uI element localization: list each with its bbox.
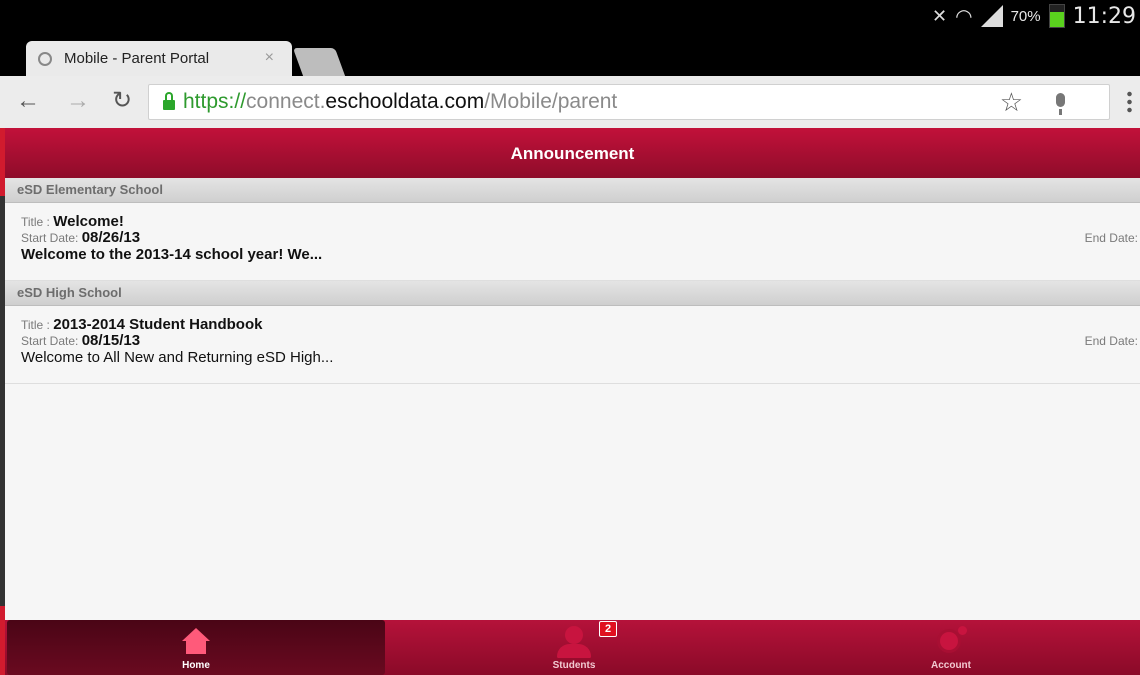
- item-end-date: End Date:: [1084, 231, 1138, 245]
- section-header-high: eSD High School: [5, 281, 1140, 306]
- nav-account[interactable]: Account: [762, 620, 1140, 675]
- item-start-line: Start Date: 08/26/13: [21, 229, 141, 246]
- item-end-date: End Date:: [1084, 334, 1138, 348]
- item-start-line: Start Date: 08/15/13: [21, 332, 141, 349]
- signal-icon: [980, 5, 1003, 27]
- list-item[interactable]: Title : Welcome! Start Date: 08/26/13 We…: [5, 203, 1140, 281]
- wifi-icon: ◠: [955, 5, 973, 28]
- star-icon[interactable]: ☆: [1000, 85, 1023, 119]
- mute-icon: ✕: [932, 5, 948, 26]
- menu-icon[interactable]: [1127, 90, 1132, 114]
- user-icon: [565, 626, 583, 644]
- item-title-line: Title : Welcome!: [21, 213, 124, 230]
- browser-tab[interactable]: Mobile - Parent Portal ×: [26, 41, 292, 76]
- address-input[interactable]: https://connect.eschooldata.com/Mobile/p…: [148, 84, 1110, 120]
- globe-icon: [38, 51, 52, 66]
- reload-icon[interactable]: ↻: [112, 86, 132, 116]
- close-icon[interactable]: ×: [265, 49, 274, 67]
- mic-icon[interactable]: [1056, 93, 1065, 115]
- tab-strip: Mobile - Parent Portal ×: [0, 32, 1140, 76]
- page-title: Announcement: [5, 128, 1140, 178]
- section-header-elementary: eSD Elementary School: [5, 178, 1140, 203]
- battery-percent: 70%: [1010, 7, 1041, 25]
- nav-account-label: Account: [931, 660, 971, 671]
- nav-students-label: Students: [552, 660, 596, 671]
- item-description: Welcome to All New and Returning eSD Hig…: [21, 349, 334, 366]
- home-icon: [182, 628, 210, 641]
- students-count-badge: 2: [599, 621, 618, 637]
- nav-home[interactable]: Home: [7, 620, 385, 675]
- bottom-nav: Home 2 Students Account: [5, 620, 1140, 675]
- battery-icon: [1048, 4, 1065, 28]
- new-tab-button[interactable]: [292, 48, 346, 76]
- back-arrow-icon[interactable]: ←: [16, 86, 40, 116]
- item-description: Welcome to the 2013-14 school year! We..…: [21, 246, 323, 263]
- clock: 11:29: [1072, 3, 1136, 29]
- status-bar: ✕ ◠ 70% 11:29: [0, 0, 1140, 32]
- list-item[interactable]: Title : 2013-2014 Student Handbook Start…: [5, 306, 1140, 384]
- nav-students[interactable]: 2 Students: [385, 620, 763, 675]
- announcement-list: eSD Elementary School Title : Welcome! S…: [5, 178, 1140, 620]
- nav-home-label: Home: [182, 660, 210, 671]
- lock-icon: [163, 92, 175, 110]
- url-text: https://connect.eschooldata.com/Mobile/p…: [183, 90, 618, 113]
- gear-icon: [940, 632, 958, 650]
- tab-title: Mobile - Parent Portal: [64, 50, 210, 67]
- url-bar: ← → ↻ https://connect.eschooldata.com/Mo…: [0, 76, 1140, 129]
- item-title-line: Title : 2013-2014 Student Handbook: [21, 316, 263, 333]
- forward-arrow-icon[interactable]: →: [66, 86, 90, 116]
